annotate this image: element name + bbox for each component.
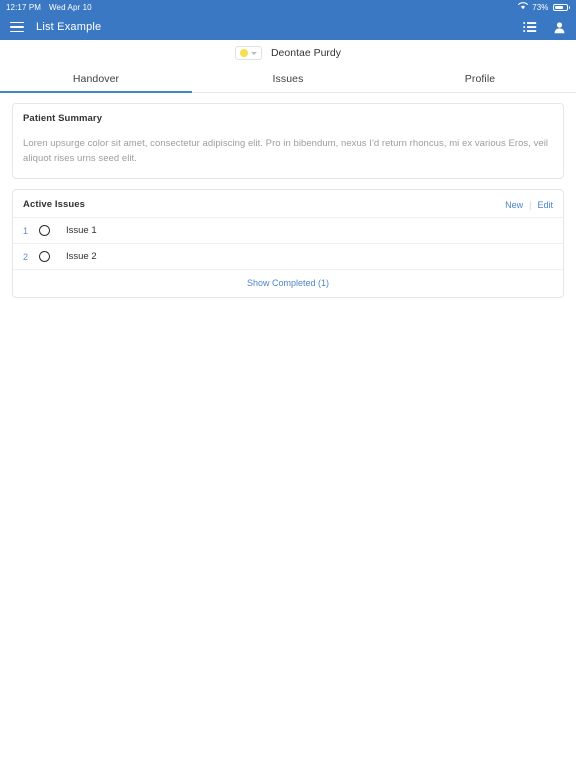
patient-status-chip[interactable] xyxy=(234,46,262,60)
patient-summary-card: Patient Summary Loren upsurge color sit … xyxy=(12,103,564,180)
issue-row-number: 2 xyxy=(23,251,29,262)
status-dot-icon xyxy=(239,49,248,57)
status-bar-left: 12:17 PM Wed Apr 10 xyxy=(6,3,92,12)
patient-summary-title: Patient Summary xyxy=(23,113,103,124)
patient-summary-header: Patient Summary xyxy=(13,104,563,131)
patient-summary-text: Loren upsurge color sit amet, consectetu… xyxy=(23,138,549,164)
app-bar: List Example xyxy=(0,14,576,40)
new-issue-link[interactable]: New xyxy=(505,200,523,210)
status-bar-date: Wed Apr 10 xyxy=(49,2,92,12)
show-completed-link[interactable]: Show Completed (1) xyxy=(13,269,563,297)
battery-percent-label: 73% xyxy=(532,2,549,12)
issue-row-number: 1 xyxy=(23,225,29,236)
tab-profile[interactable]: Profile xyxy=(384,66,576,92)
table-row[interactable]: 1 Issue 1 xyxy=(13,217,563,243)
content-area: Patient Summary Loren upsurge color sit … xyxy=(0,93,576,299)
issue-label: Issue 1 xyxy=(66,225,97,237)
account-person-icon[interactable] xyxy=(553,21,566,34)
view-list-icon[interactable] xyxy=(523,21,537,33)
tab-issues[interactable]: Issues xyxy=(192,66,384,92)
patient-name: Deontae Purdy xyxy=(270,47,342,59)
active-issues-actions: New | Edit xyxy=(505,200,553,210)
chevron-down-icon xyxy=(250,51,257,55)
action-separator: | xyxy=(529,199,532,210)
issue-checkbox[interactable] xyxy=(39,225,50,237)
active-issues-card: Active Issues New | Edit 1 Issue 1 2 Iss… xyxy=(12,189,564,299)
app-bar-actions xyxy=(523,21,566,34)
edit-issues-link[interactable]: Edit xyxy=(537,200,553,210)
active-issues-header: Active Issues New | Edit xyxy=(13,190,563,217)
status-bar-right: 73% xyxy=(518,2,570,12)
app-screen: 12:17 PM Wed Apr 10 73% List Example Deo… xyxy=(0,0,576,768)
status-bar: 12:17 PM Wed Apr 10 73% xyxy=(0,0,576,14)
issue-label: Issue 2 xyxy=(66,251,97,263)
tab-bar: Handover Issues Profile xyxy=(0,66,576,93)
issue-checkbox[interactable] xyxy=(39,251,50,263)
wifi-icon xyxy=(518,2,529,12)
patient-header: Deontae Purdy xyxy=(0,40,576,66)
battery-icon xyxy=(552,3,570,11)
tab-handover[interactable]: Handover xyxy=(0,66,192,93)
hamburger-menu-icon[interactable] xyxy=(10,21,24,33)
app-title: List Example xyxy=(36,21,102,33)
status-bar-time: 12:17 PM xyxy=(6,2,42,12)
table-row[interactable]: 2 Issue 2 xyxy=(13,243,563,269)
active-issues-title: Active Issues xyxy=(23,199,86,211)
